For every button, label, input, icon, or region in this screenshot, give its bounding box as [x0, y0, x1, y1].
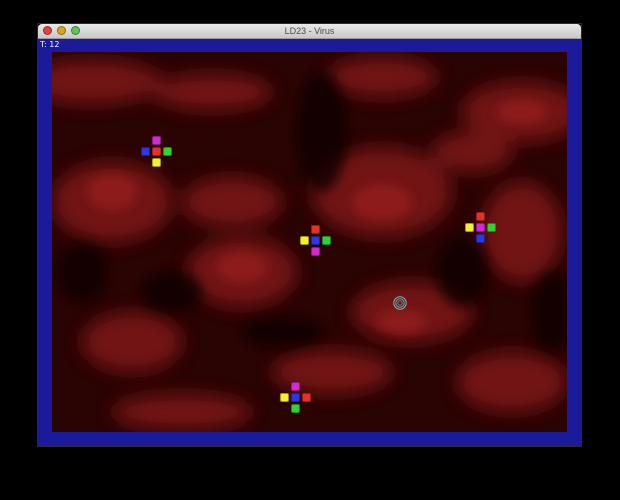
- virus-cell-center: [291, 393, 300, 402]
- virus-cell-center: [311, 236, 320, 245]
- virus-cell-top: [152, 136, 161, 145]
- virus-cell-bottom: [311, 247, 320, 256]
- virus-enemy: [141, 136, 172, 167]
- timer-label: T:: [40, 40, 47, 49]
- virus-cell-right: [163, 147, 172, 156]
- virus-cell-center: [152, 147, 161, 156]
- virus-enemy: [280, 382, 311, 413]
- concentric-ring-icon: [393, 296, 407, 310]
- virus-cell-bottom: [291, 404, 300, 413]
- timer-value: 12: [49, 40, 60, 49]
- game-window: LD23 - Virus T: 12: [38, 24, 581, 446]
- virus-cell-bottom: [152, 158, 161, 167]
- virus-cell-top: [311, 225, 320, 234]
- virus-cell-center: [476, 223, 485, 232]
- play-area[interactable]: [52, 52, 567, 432]
- game-canvas[interactable]: T: 12: [38, 39, 581, 446]
- player-cell[interactable]: [393, 296, 407, 310]
- virus-cell-right: [302, 393, 311, 402]
- virus-cell-top: [476, 212, 485, 221]
- virus-enemy: [300, 225, 331, 256]
- virus-cell-bottom: [476, 234, 485, 243]
- virus-cell-top: [291, 382, 300, 391]
- virus-cell-right: [322, 236, 331, 245]
- timer-display: T: 12: [40, 39, 59, 50]
- virus-cell-right: [487, 223, 496, 232]
- virus-cell-left: [300, 236, 309, 245]
- virus-cell-left: [465, 223, 474, 232]
- virus-cell-left: [280, 393, 289, 402]
- window-titlebar[interactable]: LD23 - Virus: [38, 24, 581, 39]
- window-title: LD23 - Virus: [284, 26, 335, 36]
- virus-cell-left: [141, 147, 150, 156]
- virus-enemy: [465, 212, 496, 243]
